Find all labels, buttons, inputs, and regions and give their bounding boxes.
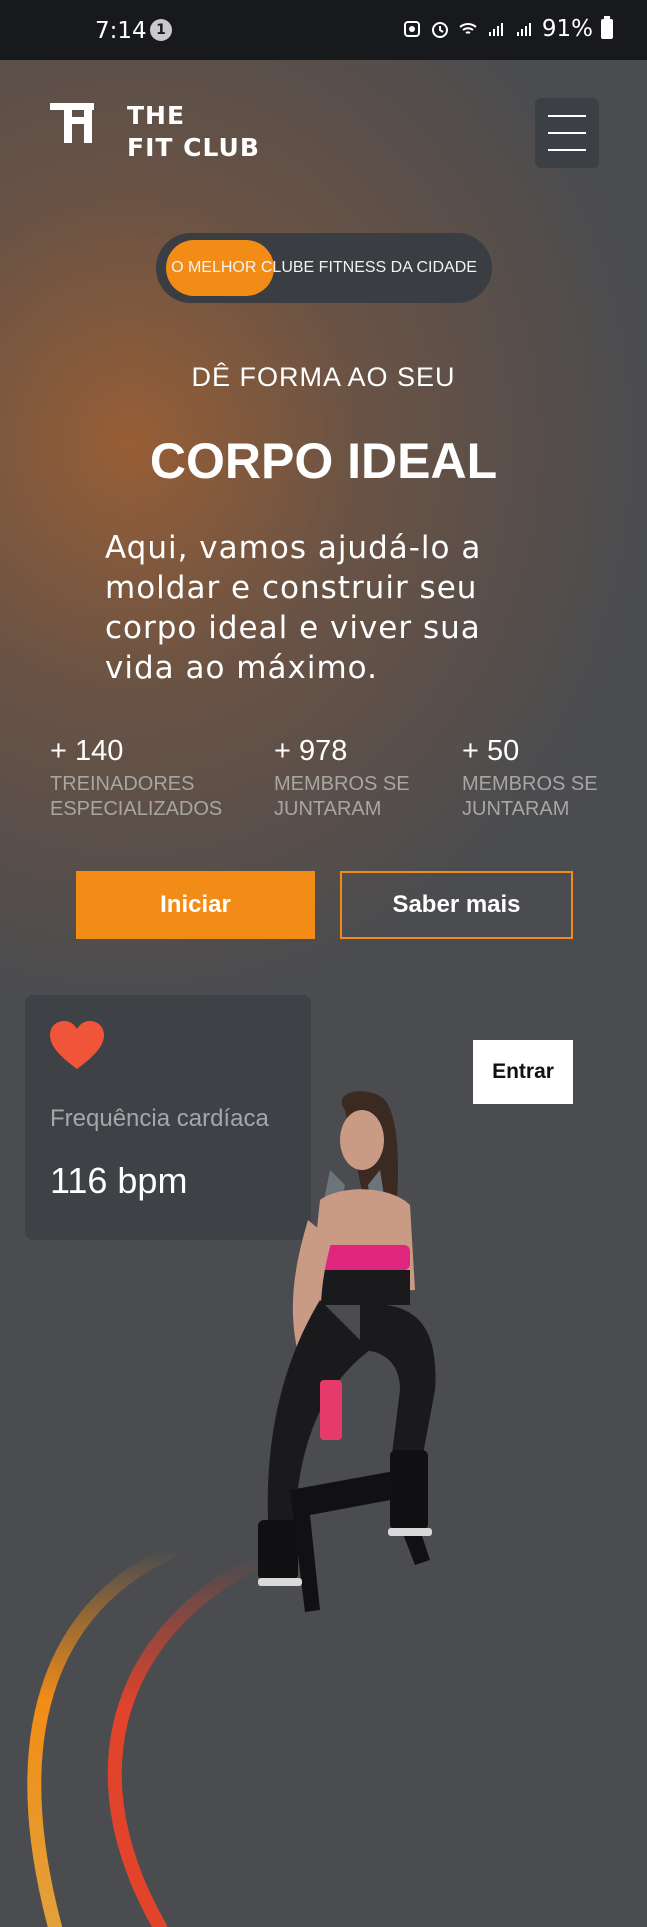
stat-label-line: MEMBROS SE: [462, 773, 598, 795]
logo-text: THE FIT CLUB: [127, 100, 260, 164]
stat-label: MEMBROS SE JUNTARAM: [274, 772, 410, 822]
hero-description: Aqui, vamos ajudá-lo a moldar e construi…: [105, 530, 482, 686]
heart-rate-label: Frequência cardíaca: [50, 1105, 269, 1132]
logo[interactable]: THE FIT CLUB: [50, 101, 259, 162]
battery-percent: 91%: [541, 16, 593, 42]
alarm-icon: [431, 22, 448, 38]
menu-line: [548, 149, 586, 151]
menu-line: [548, 115, 586, 117]
recycle-icon: [403, 21, 420, 37]
learn-more-button[interactable]: Saber mais: [340, 871, 573, 939]
tagline-text: O MELHOR CLUBE FITNESS DA CIDADE: [171, 259, 477, 276]
stat-number: + 140: [50, 735, 124, 767]
stat-number: + 50: [462, 735, 520, 767]
athlete-image: [258, 1091, 436, 1612]
signal-icon: [488, 23, 503, 36]
logo-line-2: FIT CLUB: [127, 133, 260, 162]
signal-icon-2: [516, 23, 531, 36]
logo-mark-icon: [50, 103, 94, 143]
start-button[interactable]: Iniciar: [76, 871, 315, 939]
hero-pre-title: DÊ FORMA AO SEU: [191, 362, 456, 392]
status-icons: 91%: [402, 16, 613, 42]
hamburger-menu-button[interactable]: [535, 98, 599, 168]
status-bar: 7:14 1 91%: [0, 0, 647, 60]
menu-line: [548, 132, 586, 134]
stat-label-line: TREINADORES: [50, 773, 195, 795]
notification-count-badge: 1: [150, 19, 172, 41]
stat-label-line: ESPECIALIZADOS: [50, 798, 223, 820]
stat-trainers: + 140 TREINADORES ESPECIALIZADOS: [50, 735, 222, 822]
stat-number: + 978: [274, 735, 348, 767]
battery-icon: [601, 16, 613, 39]
stat-label-line: JUNTARAM: [462, 798, 570, 820]
stat-label-line: MEMBROS SE: [274, 773, 410, 795]
stat-label: MEMBROS SE JUNTARAM: [462, 772, 598, 822]
heart-icon: [50, 1021, 104, 1069]
wifi-icon: [459, 23, 477, 34]
stats-row: + 140 TREINADORES ESPECIALIZADOS + 978 M…: [50, 735, 630, 825]
stat-members: + 978 MEMBROS SE JUNTARAM: [274, 735, 410, 822]
stat-label-line: JUNTARAM: [274, 798, 382, 820]
status-time: 7:14: [95, 18, 147, 44]
logo-line-1: THE: [127, 101, 186, 130]
hero-title: CORPO IDEAL: [149, 433, 498, 489]
tagline-badge: O MELHOR CLUBE FITNESS DA CIDADE: [156, 233, 492, 303]
stat-label: TREINADORES ESPECIALIZADOS: [50, 772, 222, 822]
stat-members-2: + 50 MEMBROS SE JUNTARAM: [462, 735, 598, 822]
heart-rate-value: 116 bpm: [50, 1160, 188, 1201]
